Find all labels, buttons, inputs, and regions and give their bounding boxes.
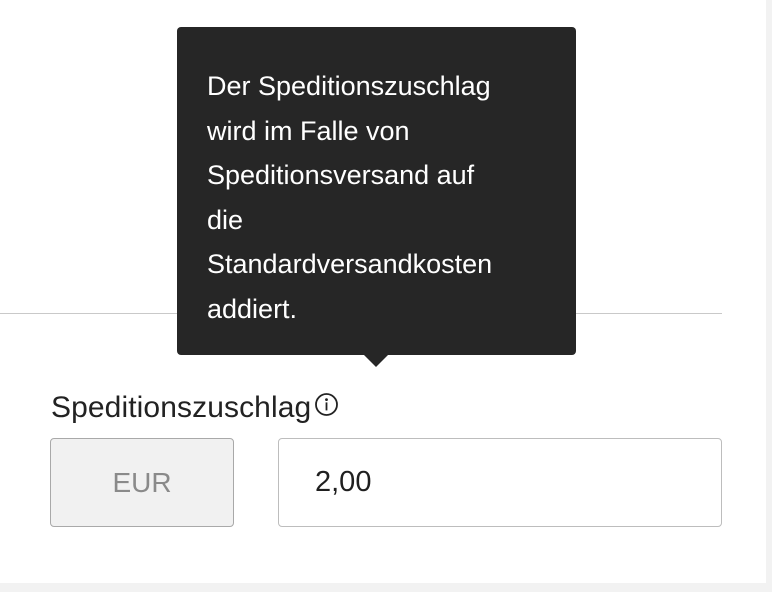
info-tooltip: Der Speditionszuschlag wird im Falle von… — [177, 27, 576, 355]
settings-panel: Der Speditionszuschlag wird im Falle von… — [0, 0, 766, 583]
field-label-container: Speditionszuschlag — [51, 388, 339, 428]
tooltip-text: Der Speditionszuschlag wird im Falle von… — [207, 71, 493, 324]
currency-label: EUR — [112, 466, 172, 498]
currency-addon: EUR — [50, 438, 234, 527]
field-label: Speditionszuschlag — [51, 391, 312, 424]
info-circle-icon[interactable] — [314, 391, 339, 416]
surcharge-amount-input[interactable] — [278, 438, 722, 527]
tooltip-arrow — [363, 354, 389, 367]
